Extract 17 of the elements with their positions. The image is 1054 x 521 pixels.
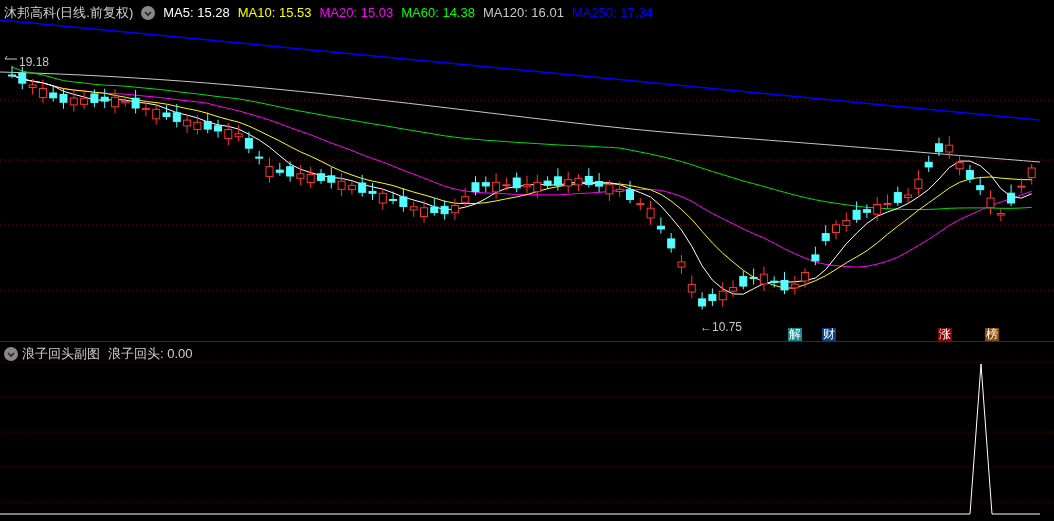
moving-average-value: MA5: 15.28 bbox=[163, 4, 230, 22]
event-marker[interactable]: 涨 bbox=[938, 328, 952, 341]
moving-average-value: MA120: 16.01 bbox=[482, 4, 564, 22]
event-marker[interactable]: 榜 bbox=[985, 328, 999, 341]
event-marker[interactable]: 解 bbox=[788, 328, 802, 341]
event-marker[interactable]: 财 bbox=[822, 328, 836, 341]
stock-title: 沐邦高科(日线.前复权) bbox=[4, 4, 134, 22]
indicator-value: 浪子回头: 0.00 bbox=[108, 345, 193, 363]
dropdown-icon[interactable] bbox=[141, 5, 156, 20]
moving-average-value: MA250: 17.34 bbox=[571, 4, 653, 22]
low-price-label: ←10.75 bbox=[700, 319, 743, 336]
moving-average-value: MA20: 15.03 bbox=[319, 4, 394, 22]
subchart-title: 浪子回头副图 bbox=[22, 345, 100, 363]
moving-average-value: MA60: 14.38 bbox=[401, 4, 475, 22]
dropdown-icon[interactable] bbox=[4, 346, 18, 361]
moving-average-value: MA10: 15.53 bbox=[237, 4, 312, 22]
high-price-label: 19.18 bbox=[19, 54, 50, 71]
